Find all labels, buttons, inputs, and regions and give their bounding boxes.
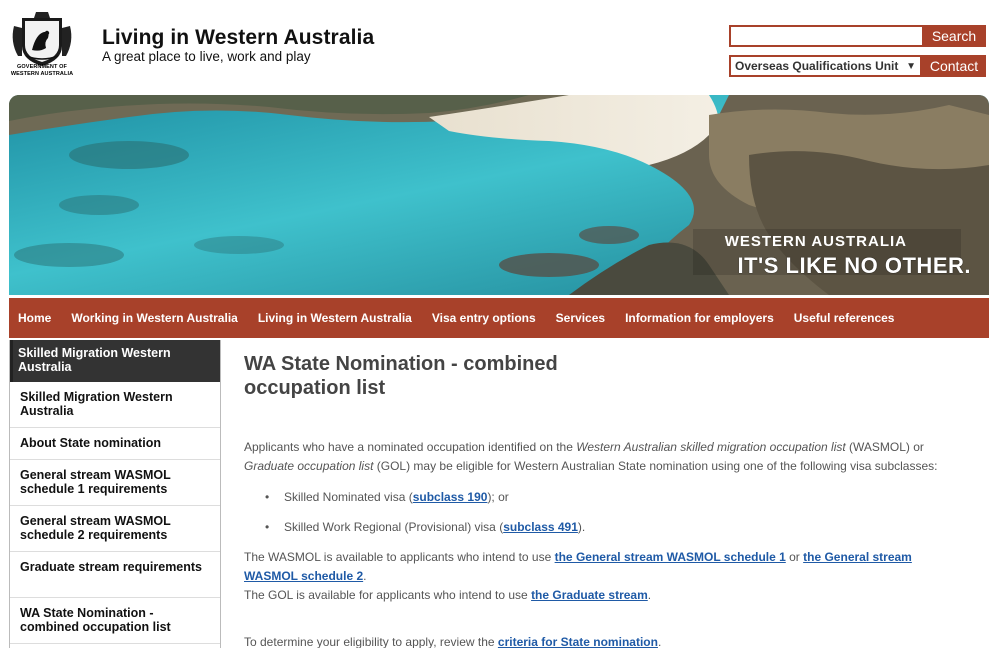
nav-item-visa[interactable]: Visa entry options <box>432 311 536 325</box>
sidebar-item-schedule-2[interactable]: General stream WASMOL schedule 2 require… <box>10 506 220 552</box>
intro-text-3: (GOL) may be eligible for Western Austra… <box>373 459 938 473</box>
search-input[interactable] <box>729 25 922 47</box>
gol-name: Graduate occupation list <box>244 459 374 473</box>
contact-button[interactable]: Contact <box>922 55 986 77</box>
sidebar-item-schedule-1[interactable]: General stream WASMOL schedule 1 require… <box>10 460 220 506</box>
nav-item-employers[interactable]: Information for employers <box>625 311 774 325</box>
hero-line-2: IT'S LIKE NO OTHER. <box>737 253 971 278</box>
wasmol-period: . <box>363 569 367 583</box>
search-form: Search <box>729 25 986 47</box>
schedule-1-link[interactable]: the General stream WASMOL schedule 1 <box>555 550 786 564</box>
criteria-link[interactable]: criteria for State nomination <box>498 635 658 648</box>
sidebar-item-about-nomination[interactable]: About State nomination <box>10 428 220 460</box>
site-header: GOVERNMENT OF WESTERN AUSTRALIA Living i… <box>0 0 1004 92</box>
hero-banner: WESTERN AUSTRALIA IT'S LIKE NO OTHER. <box>9 95 989 295</box>
subclass-491-link[interactable]: subclass 491 <box>503 520 578 534</box>
sidebar: Skilled Migration Western Australia Skil… <box>9 340 221 648</box>
nav-item-references[interactable]: Useful references <box>794 311 895 325</box>
bullet-1-text: Skilled Nominated visa ( <box>284 490 413 504</box>
bullet-1-suffix: ); or <box>487 490 509 504</box>
sidebar-item-graduate[interactable]: Graduate stream requirements <box>10 552 220 598</box>
sidebar-heading[interactable]: Skilled Migration Western Australia <box>10 340 220 382</box>
eligibility-paragraph: To determine your eligibility to apply, … <box>244 633 964 648</box>
site-tagline: A great place to live, work and play <box>102 49 311 64</box>
intro-paragraph: Applicants who have a nominated occupati… <box>244 438 964 476</box>
main-nav: Home Working in Western Australia Living… <box>9 298 989 338</box>
search-button[interactable]: Search <box>922 25 986 47</box>
intro-text-2: (WASMOL) or <box>845 440 924 454</box>
wasmol-paragraph: The WASMOL is available to applicants wh… <box>244 548 964 605</box>
unit-select[interactable]: Overseas Qualifications Unit ▼ <box>729 55 922 77</box>
list-item: Skilled Nominated visa (subclass 190); o… <box>244 488 964 506</box>
list-item: Skilled Work Regional (Provisional) visa… <box>244 518 964 536</box>
gol-text: The GOL is available for applicants who … <box>244 588 532 602</box>
chevron-down-icon: ▼ <box>906 60 916 72</box>
wasmol-or: or <box>785 550 804 564</box>
hero-line-1: WESTERN AUSTRALIA <box>724 233 907 250</box>
main-content: WA State Nomination - combined occupatio… <box>244 352 964 648</box>
sidebar-item-combined-list[interactable]: WA State Nomination - combined occupatio… <box>10 598 220 644</box>
eligibility-period: . <box>657 635 662 648</box>
page-title: WA State Nomination - combined occupatio… <box>244 353 558 399</box>
unit-selector-group: Overseas Qualifications Unit ▼ Contact <box>729 55 986 77</box>
sidebar-item-skilled-migration[interactable]: Skilled Migration Western Australia <box>10 382 220 428</box>
eligibility-text: To determine your eligibility to apply, … <box>244 635 498 648</box>
wasmol-name: Western Australian skilled migration occ… <box>576 440 846 454</box>
unit-select-value: Overseas Qualifications Unit <box>735 59 899 73</box>
nav-item-home[interactable]: Home <box>18 311 51 325</box>
gol-period: . <box>647 588 652 602</box>
bullet-2-text: Skilled Work Regional (Provisional) visa… <box>284 520 504 534</box>
subclass-190-link[interactable]: subclass 190 <box>413 490 488 504</box>
site-title[interactable]: Living in Western Australia <box>102 26 374 50</box>
intro-text-1: Applicants who have a nominated occupati… <box>244 440 577 454</box>
crest-caption: GOVERNMENT OF WESTERN AUSTRALIA <box>10 64 74 77</box>
nav-item-living[interactable]: Living in Western Australia <box>258 311 412 325</box>
graduate-stream-link[interactable]: the Graduate stream <box>531 588 648 602</box>
bullet-2-suffix: ). <box>577 520 586 534</box>
nav-item-services[interactable]: Services <box>556 311 605 325</box>
nav-item-working[interactable]: Working in Western Australia <box>71 311 237 325</box>
wasmol-text: The WASMOL is available to applicants wh… <box>244 550 555 564</box>
